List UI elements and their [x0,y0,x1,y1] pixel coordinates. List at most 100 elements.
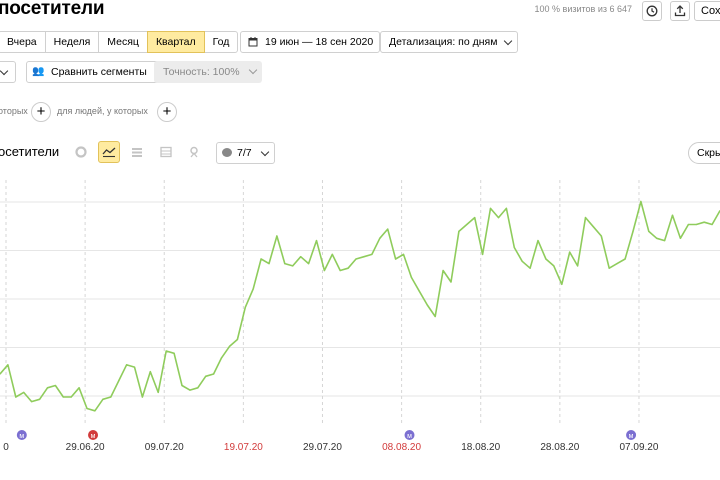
data-point [458,230,460,232]
data-point [165,350,167,352]
chart-type-pie[interactable] [70,141,92,163]
period-year[interactable]: Год [203,31,239,53]
data-point [371,253,373,255]
chevron-down-icon [504,36,513,46]
add-people-segment-button[interactable]: + [157,102,177,122]
data-point [616,263,618,265]
data-point [94,410,96,412]
data-point [577,265,579,267]
chart-type-map[interactable] [183,141,205,163]
data-point [410,276,412,278]
history-button[interactable] [642,1,662,21]
precision-dropdown[interactable]: Точность: 100% [154,61,262,83]
x-tick-label: 09.07.20 [145,442,184,453]
data-point [624,258,626,260]
data-point [331,253,333,255]
period-yesterday[interactable]: Вчера [0,31,46,53]
data-point [133,366,136,368]
x-tick-label: 19.07.20 [224,442,263,453]
x-tick-label: 08.08.20 [382,442,421,453]
data-point [141,396,143,398]
data-point [426,304,428,306]
data-point [363,256,365,258]
data-point [521,260,523,262]
data-point [339,269,341,272]
chart-title: осетители [0,144,60,159]
data-point [102,398,104,400]
data-point [648,230,650,232]
period-quarter[interactable]: Квартал [146,31,205,53]
plus-icon: + [36,103,46,120]
data-point [569,251,571,253]
save-report-button[interactable]: Сох [694,1,720,21]
x-tick-label: 07.09.20 [619,442,658,453]
period-week[interactable]: Неделя [44,31,100,53]
data-point [387,228,389,230]
export-button[interactable] [670,1,690,21]
series-line [0,200,720,412]
data-point [513,246,515,249]
data-point [664,240,666,242]
compare-segments-dropdown[interactable]: 👥 Сравнить сегменты [26,61,170,83]
visitors-line-chart: 0 29.06.20 09.07.20 19.07.20 29.07.20 08.08.2… [0,180,720,453]
hide-chart-button[interactable]: Скры [688,142,720,164]
x-tick-label: 28.08.20 [540,442,579,453]
data-point [640,200,642,203]
chart-type-area[interactable] [126,141,148,163]
data-point [157,391,159,393]
event-marker-glyph: м [407,433,412,440]
data-point [442,269,444,272]
data-point [347,267,349,269]
data-point [308,263,310,265]
chart-type-line[interactable] [98,141,120,163]
data-point [236,338,238,341]
data-point [600,235,602,237]
add-segment-button[interactable]: + [31,102,51,122]
data-point [592,226,595,228]
visits-sample-note: 100 % визитов из 6 647 [534,4,632,14]
detail-dropdown[interactable]: Детализация: по дням [380,31,519,53]
filter-dropdown[interactable] [0,61,16,83]
data-point [110,396,112,398]
data-point [260,258,262,260]
period-selector: Вчера Неделя Месяц Квартал Год [0,31,239,53]
segment-text-left: оторых [0,106,28,116]
data-point [418,290,420,292]
x-tick-label: 29.06.20 [66,442,105,453]
date-range-picker[interactable]: 19 июн — 18 сен 2020 [240,31,381,53]
data-point [505,207,507,209]
data-point [252,288,254,290]
data-point [23,391,25,393]
metrics-selector[interactable]: 7/7 [216,142,275,164]
data-point [292,265,294,267]
segment-text-right: для людей, у которых [57,106,148,116]
data-point [687,223,690,226]
data-point [395,258,397,260]
people-icon: 👥 [32,66,45,77]
period-month[interactable]: Месяц [98,31,148,53]
line-chart-icon [102,147,116,158]
data-point [244,306,246,308]
map-pin-icon [190,146,198,158]
data-point [489,207,492,209]
data-point [149,371,151,373]
plus-icon: + [162,103,172,120]
table-chart-icon [160,146,172,158]
data-point [118,380,120,382]
data-point [553,265,555,267]
data-point [434,315,436,318]
chevron-down-icon [0,66,9,76]
data-point [15,396,17,398]
data-point [679,237,682,239]
data-point [126,364,128,366]
data-point [197,387,199,389]
chevron-down-icon [260,147,269,157]
x-tick-label: 18.08.20 [461,442,500,453]
data-point [703,221,705,223]
data-point [173,352,175,354]
chart-type-bar[interactable] [155,141,177,163]
chevron-down-icon [248,65,257,75]
detail-label: Детализация: по дням [389,36,498,48]
page-title: посетители [0,0,105,19]
event-marker-glyph: м [19,433,24,440]
